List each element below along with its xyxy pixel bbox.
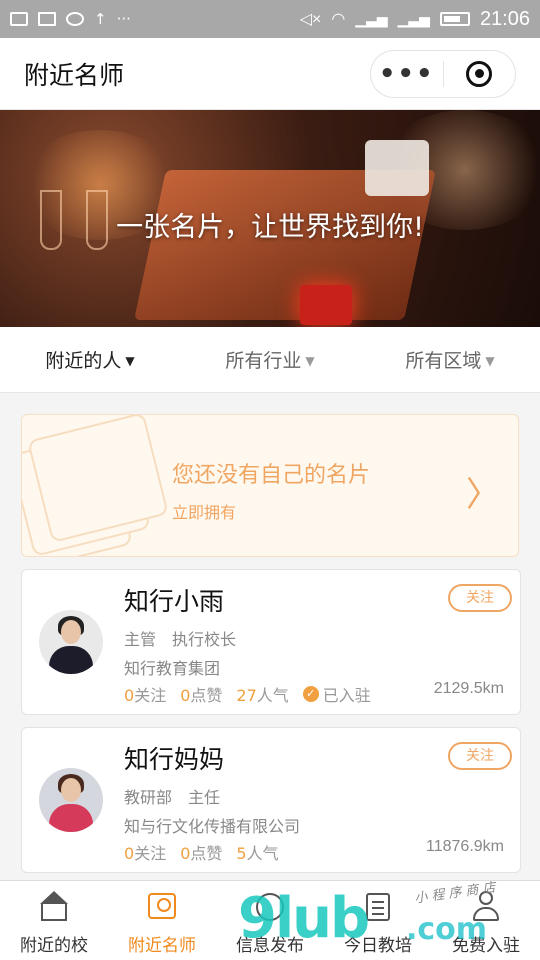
home-icon — [38, 891, 70, 923]
tab-bar: 附近的校 附近名师 信息发布 今日教培 免费入驻 — [0, 880, 540, 960]
distance: 2129.5km — [433, 680, 504, 697]
position: 主任 — [188, 788, 221, 807]
popularity-stat: 5人气 — [236, 844, 279, 863]
card-icon — [146, 891, 178, 923]
check-icon: ✓ — [302, 686, 319, 702]
wechat-icon — [66, 12, 84, 26]
follow-button[interactable]: 关注 — [448, 742, 512, 770]
teacher-stats: 0关注 0点赞 27人气 ✓ 已入驻 — [124, 682, 371, 706]
user-icon — [470, 891, 502, 923]
status-right-icons: ◁× ◠ ▁▃▅ ▁▃▅ 21:06 — [300, 8, 530, 31]
tab-free-join[interactable]: 免费入驻 — [432, 881, 540, 960]
avatar — [39, 610, 103, 674]
teacher-role: 教研部 主任 — [124, 784, 220, 808]
department: 主管 — [124, 630, 157, 649]
tab-today-training[interactable]: 今日教培 — [324, 881, 432, 960]
follow-button[interactable]: 关注 — [448, 584, 512, 612]
banner-slogan: 一张名片，让世界找到你! — [116, 212, 424, 243]
miniprogram-capsule: ••• — [370, 49, 516, 98]
avatar — [39, 768, 103, 832]
tab-label: 附近的校 — [20, 936, 88, 956]
caret-down-icon: ▼ — [125, 354, 135, 368]
caret-down-icon: ▼ — [305, 354, 315, 368]
position: 执行校长 — [172, 630, 237, 649]
more-button[interactable]: ••• — [371, 50, 443, 98]
mute-icon: ◁× — [299, 11, 322, 28]
filter-label: 所有行业 — [225, 350, 302, 372]
teacher-name: 知行小雨 — [124, 587, 225, 616]
verified-badge: ✓ 已入驻 — [302, 682, 371, 706]
filter-bar: 附近的人 ▼ 所有行业 ▼ 所有区域 ▼ — [0, 327, 540, 393]
tab-publish[interactable]: 信息发布 — [216, 881, 324, 960]
candle-image — [300, 285, 352, 325]
qr-icon — [38, 12, 56, 26]
list-icon — [362, 891, 394, 923]
filter-label: 所有区域 — [405, 350, 482, 372]
promo-title: 您还没有自己的名片 — [172, 463, 371, 488]
battery-icon — [439, 12, 470, 26]
status-bar: ↑ ··· ◁× ◠ ▁▃▅ ▁▃▅ 21:06 — [0, 0, 540, 38]
signal-icon: ▁▃▅ — [355, 10, 388, 27]
popularity-stat: 27人气 — [236, 686, 289, 705]
follows-stat: 0关注 — [124, 686, 167, 705]
teacher-role: 主管 执行校长 — [124, 626, 236, 650]
filter-region[interactable]: 所有区域 ▼ — [360, 346, 540, 373]
teacher-card[interactable]: 知行妈妈 关注 教研部 主任 知与行文化传播有限公司 0关注 0点赞 5人气 11… — [21, 727, 521, 873]
create-card-promo[interactable]: 您还没有自己的名片 立即拥有 〉 — [21, 414, 519, 557]
filter-industry[interactable]: 所有行业 ▼ — [180, 346, 360, 373]
caret-down-icon: ▼ — [485, 354, 495, 368]
chevron-right-icon: 〉 — [466, 475, 500, 515]
teacher-name: 知行妈妈 — [124, 745, 225, 774]
banner[interactable]: 一张名片，让世界找到你! — [0, 110, 540, 327]
teacher-card[interactable]: 知行小雨 关注 主管 执行校长 知行教育集团 0关注 0点赞 27人气 ✓ 已入驻 … — [21, 569, 521, 715]
teacher-stats: 0关注 0点赞 5人气 — [124, 840, 279, 864]
likes-stat: 0点赞 — [180, 686, 223, 705]
filter-nearby[interactable]: 附近的人 ▼ — [0, 346, 180, 373]
upload-icon: ↑ — [94, 10, 107, 28]
compass-icon — [254, 891, 286, 923]
clock: 21:06 — [479, 7, 530, 30]
likes-stat: 0点赞 — [180, 844, 223, 863]
target-icon — [466, 60, 493, 87]
tab-label: 免费入驻 — [452, 936, 520, 956]
organization: 知与行文化传播有限公司 — [124, 817, 301, 836]
status-more: ··· — [116, 10, 131, 28]
status-left-icons: ↑ ··· — [10, 10, 131, 28]
tab-label: 附近名师 — [128, 936, 196, 956]
filter-label: 附近的人 — [45, 350, 122, 372]
cup-image — [365, 140, 429, 196]
follows-stat: 0关注 — [124, 844, 167, 863]
tab-nearby-teachers[interactable]: 附近名师 — [108, 881, 216, 960]
page-title: 附近名师 — [24, 60, 125, 90]
department: 教研部 — [124, 788, 173, 807]
promo-cta[interactable]: 立即拥有 — [172, 499, 236, 523]
nav-bar: 附近名师 ••• — [0, 38, 540, 110]
tab-label: 信息发布 — [236, 936, 304, 956]
image-icon — [10, 12, 28, 26]
signal-4g-icon: ▁▃▅ — [397, 10, 430, 27]
close-button[interactable] — [444, 60, 516, 87]
organization: 知行教育集团 — [124, 659, 221, 678]
wifi-icon: ◠ — [331, 11, 346, 28]
tab-label: 今日教培 — [344, 936, 412, 956]
tab-nearby-schools[interactable]: 附近的校 — [0, 881, 108, 960]
distance: 11876.9km — [426, 838, 504, 855]
